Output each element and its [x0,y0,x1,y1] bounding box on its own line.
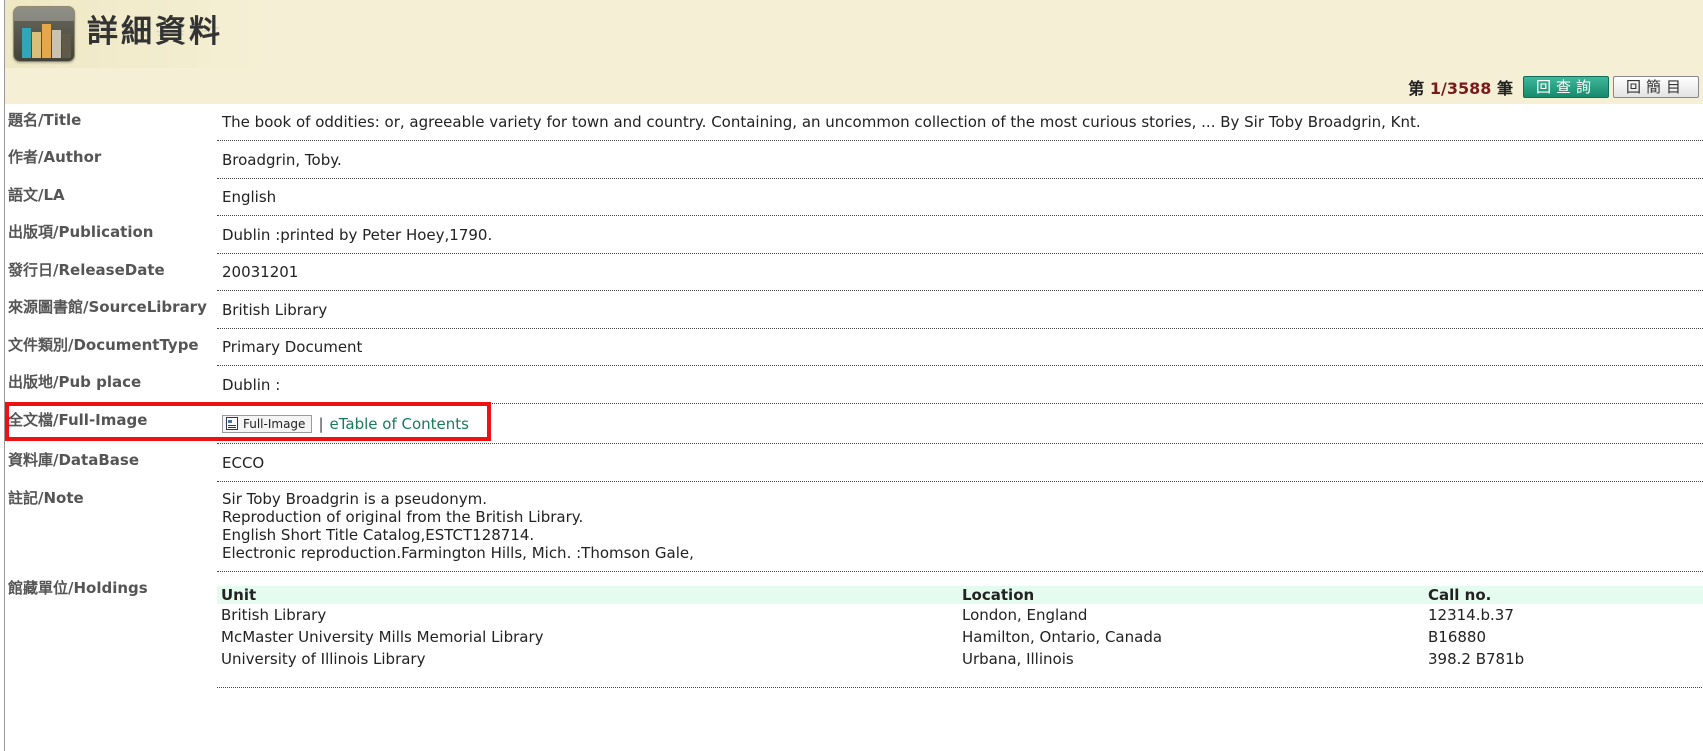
field-row-document-type: 文件類別/DocumentType Primary Document [5,329,1703,366]
cell-unit: British Library [221,606,327,624]
record-position: 1/3588 [1429,79,1492,98]
note-line: English Short Title Catalog,ESTCT128714. [222,526,535,544]
field-row-holdings: 館藏單位/Holdings Unit Location Call no. Bri… [5,572,1703,688]
field-value-publication: Dublin :printed by Peter Hoey,1790. [217,216,1703,254]
record-count: 第 1/3588 筆 [1408,79,1513,98]
etable-of-contents-link[interactable]: eTable of Contents [330,415,469,433]
page-title-reflection: 詳細資料 [87,20,223,37]
record-details: 題名/Title The book of oddities: or, agree… [5,104,1703,688]
table-row: British Library London, England 12314.b.… [217,604,1703,626]
full-image-button[interactable]: Full-Image [222,414,313,433]
page-header: 詳細資料 詳細資料 第 1/3588 筆 回查詢 回簡目 [5,0,1703,104]
field-label: 出版項/Publication [8,223,154,241]
column-header-location: Location [958,586,1424,604]
field-label: 發行日/ReleaseDate [8,261,165,279]
field-value-language: English [217,179,1703,216]
field-row-database: 資料庫/DataBase ECCO [5,444,1703,482]
holdings-table: Unit Location Call no. British Library L… [217,586,1703,670]
note-line: Reproduction of original from the Britis… [222,508,584,526]
full-image-button-label: Full-Image [243,416,306,431]
field-row-release-date: 發行日/ReleaseDate 20031201 [5,254,1703,291]
field-row-pub-place: 出版地/Pub place Dublin : [5,366,1703,404]
cell-location: Urbana, Illinois [962,650,1074,668]
back-to-query-button[interactable]: 回查詢 [1522,76,1609,98]
field-value-note: Sir Toby Broadgrin is a pseudonym. Repro… [217,482,1703,572]
field-row-author: 作者/Author Broadgrin, Toby. [5,141,1703,179]
field-label: 文件類別/DocumentType [8,336,199,354]
cell-unit: University of Illinois Library [221,650,426,668]
library-books-icon [13,6,75,62]
field-row-source-library: 來源圖書館/SourceLibrary British Library [5,291,1703,329]
field-value-pub-place: Dublin : [217,366,1703,404]
link-separator: | [318,414,324,433]
field-row-language: 語文/LA English [5,179,1703,216]
cell-call-no: 12314.b.37 [1428,606,1514,624]
holdings-header-row: Unit Location Call no. [217,586,1703,604]
field-row-note: 註記/Note Sir Toby Broadgrin is a pseudony… [5,482,1703,572]
document-icon [226,417,238,430]
field-label: 館藏單位/Holdings [8,579,148,597]
field-label: 資料庫/DataBase [8,451,140,469]
column-header-call-no: Call no. [1424,586,1703,604]
cell-location: London, England [962,606,1088,624]
field-label: 來源圖書館/SourceLibrary [8,298,207,316]
field-label: 作者/Author [8,148,102,166]
field-label: 語文/LA [8,186,65,204]
field-value-document-type: Primary Document [217,329,1703,366]
field-label: 註記/Note [8,489,84,507]
field-value-database: ECCO [217,444,1703,482]
field-value-title: The book of oddities: or, agreeable vari… [217,104,1703,141]
cell-location: Hamilton, Ontario, Canada [962,628,1163,646]
cell-call-no: B16880 [1428,628,1487,646]
field-row-publication: 出版項/Publication Dublin :printed by Peter… [5,216,1703,254]
field-label: 全文檔/Full-Image [8,411,148,429]
cell-unit: McMaster University Mills Memorial Libra… [221,628,544,646]
column-header-unit: Unit [217,586,958,604]
note-line: Electronic reproduction.Farmington Hills… [222,544,694,562]
field-label: 題名/Title [8,111,82,129]
table-row: University of Illinois Library Urbana, I… [217,648,1703,670]
field-label: 出版地/Pub place [8,373,142,391]
field-value-full-image: Full-Image | eTable of Contents [217,404,1703,444]
back-to-list-button[interactable]: 回簡目 [1612,76,1699,98]
cell-call-no: 398.2 B781b [1428,650,1525,668]
field-row-full-image: 全文檔/Full-Image Full-Image | eTable of Co… [5,404,1703,444]
holdings-container: Unit Location Call no. British Library L… [217,572,1703,688]
field-value-release-date: 20031201 [217,254,1703,291]
note-line: Sir Toby Broadgrin is a pseudonym. [222,490,487,508]
table-row: McMaster University Mills Memorial Libra… [217,626,1703,648]
field-row-title: 題名/Title The book of oddities: or, agree… [5,104,1703,141]
record-pager: 第 1/3588 筆 回查詢 回簡目 [1408,76,1703,98]
field-value-source-library: British Library [217,291,1703,329]
field-value-author: Broadgrin, Toby. [217,141,1703,179]
